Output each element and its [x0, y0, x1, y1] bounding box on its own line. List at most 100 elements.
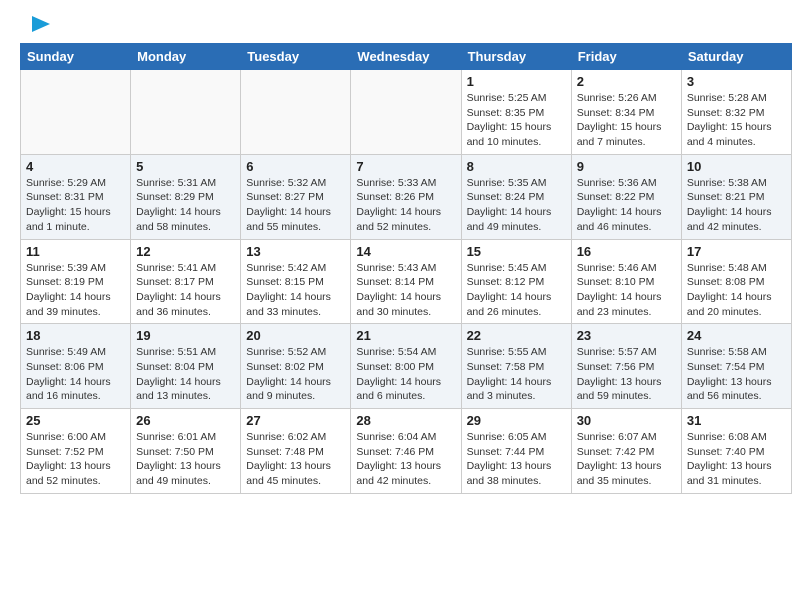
calendar-day-cell — [241, 70, 351, 155]
day-number: 24 — [687, 328, 786, 343]
day-info: Sunrise: 5:57 AM Sunset: 7:56 PM Dayligh… — [577, 345, 676, 404]
day-info: Sunrise: 5:26 AM Sunset: 8:34 PM Dayligh… — [577, 91, 676, 150]
day-info: Sunrise: 5:25 AM Sunset: 8:35 PM Dayligh… — [467, 91, 566, 150]
weekday-header-saturday: Saturday — [681, 44, 791, 70]
day-number: 6 — [246, 159, 345, 174]
calendar-day-cell: 23 Sunrise: 5:57 AM Sunset: 7:56 PM Dayli… — [571, 324, 681, 409]
calendar-table: SundayMondayTuesdayWednesdayThursdayFrid… — [20, 43, 792, 494]
calendar-day-cell: 31Sunrise: 6:08 AM Sunset: 7:40 PM Dayli… — [681, 409, 791, 494]
calendar-day-cell: 14Sunrise: 5:43 AM Sunset: 8:14 PM Dayli… — [351, 239, 461, 324]
day-number: 5 — [136, 159, 235, 174]
day-number: 25 — [26, 413, 125, 428]
calendar-day-cell: 6 Sunrise: 5:32 AM Sunset: 8:27 PM Daylig… — [241, 154, 351, 239]
logo — [20, 10, 50, 38]
day-number: 13 — [246, 244, 345, 259]
day-number: 27 — [246, 413, 345, 428]
day-info: Sunrise: 5:28 AM Sunset: 8:32 PM Dayligh… — [687, 91, 786, 150]
day-number: 28 — [356, 413, 455, 428]
page-header — [0, 0, 792, 43]
calendar-day-cell: 21Sunrise: 5:54 AM Sunset: 8:00 PM Dayli… — [351, 324, 461, 409]
day-number: 20 — [246, 328, 345, 343]
calendar-day-cell: 17 Sunrise: 5:48 AM Sunset: 8:08 PM Dayli… — [681, 239, 791, 324]
weekday-header-monday: Monday — [131, 44, 241, 70]
calendar-day-cell: 27 Sunrise: 6:02 AM Sunset: 7:48 PM Dayli… — [241, 409, 351, 494]
calendar-day-cell: 3 Sunrise: 5:28 AM Sunset: 8:32 PM Daylig… — [681, 70, 791, 155]
calendar-day-cell: 24 Sunrise: 5:58 AM Sunset: 7:54 PM Dayli… — [681, 324, 791, 409]
calendar-day-cell: 30 Sunrise: 6:07 AM Sunset: 7:42 PM Dayli… — [571, 409, 681, 494]
day-number: 11 — [26, 244, 125, 259]
calendar-day-cell: 20 Sunrise: 5:52 AM Sunset: 8:02 PM Dayli… — [241, 324, 351, 409]
day-info: Sunrise: 5:58 AM Sunset: 7:54 PM Dayligh… — [687, 345, 786, 404]
day-info: Sunrise: 5:49 AM Sunset: 8:06 PM Dayligh… — [26, 345, 125, 404]
day-info: Sunrise: 6:02 AM Sunset: 7:48 PM Dayligh… — [246, 430, 345, 489]
day-info: Sunrise: 5:35 AM Sunset: 8:24 PM Dayligh… — [467, 176, 566, 235]
calendar-day-cell: 9 Sunrise: 5:36 AM Sunset: 8:22 PM Daylig… — [571, 154, 681, 239]
day-number: 3 — [687, 74, 786, 89]
weekday-header-friday: Friday — [571, 44, 681, 70]
day-info: Sunrise: 5:36 AM Sunset: 8:22 PM Dayligh… — [577, 176, 676, 235]
calendar-day-cell — [21, 70, 131, 155]
calendar-day-cell — [351, 70, 461, 155]
day-info: Sunrise: 5:32 AM Sunset: 8:27 PM Dayligh… — [246, 176, 345, 235]
weekday-header-thursday: Thursday — [461, 44, 571, 70]
weekday-header-sunday: Sunday — [21, 44, 131, 70]
calendar-day-cell: 1 Sunrise: 5:25 AM Sunset: 8:35 PM Daylig… — [461, 70, 571, 155]
day-info: Sunrise: 5:38 AM Sunset: 8:21 PM Dayligh… — [687, 176, 786, 235]
calendar-day-cell: 22 Sunrise: 5:55 AM Sunset: 7:58 PM Dayli… — [461, 324, 571, 409]
calendar-day-cell: 26 Sunrise: 6:01 AM Sunset: 7:50 PM Dayli… — [131, 409, 241, 494]
calendar-day-cell: 13 Sunrise: 5:42 AM Sunset: 8:15 PM Dayli… — [241, 239, 351, 324]
day-number: 22 — [467, 328, 566, 343]
calendar-week-row: 1 Sunrise: 5:25 AM Sunset: 8:35 PM Daylig… — [21, 70, 792, 155]
calendar-wrapper: SundayMondayTuesdayWednesdayThursdayFrid… — [0, 43, 792, 504]
calendar-header-row: SundayMondayTuesdayWednesdayThursdayFrid… — [21, 44, 792, 70]
day-info: Sunrise: 6:07 AM Sunset: 7:42 PM Dayligh… — [577, 430, 676, 489]
calendar-day-cell: 10Sunrise: 5:38 AM Sunset: 8:21 PM Dayli… — [681, 154, 791, 239]
calendar-week-row: 25 Sunrise: 6:00 AM Sunset: 7:52 PM Dayli… — [21, 409, 792, 494]
calendar-day-cell: 28 Sunrise: 6:04 AM Sunset: 7:46 PM Dayli… — [351, 409, 461, 494]
calendar-day-cell: 8Sunrise: 5:35 AM Sunset: 8:24 PM Daylig… — [461, 154, 571, 239]
day-number: 23 — [577, 328, 676, 343]
day-info: Sunrise: 5:55 AM Sunset: 7:58 PM Dayligh… — [467, 345, 566, 404]
day-number: 9 — [577, 159, 676, 174]
calendar-day-cell — [131, 70, 241, 155]
calendar-day-cell: 4 Sunrise: 5:29 AM Sunset: 8:31 PM Daylig… — [21, 154, 131, 239]
logo-icon — [22, 10, 50, 38]
day-info: Sunrise: 5:42 AM Sunset: 8:15 PM Dayligh… — [246, 261, 345, 320]
calendar-day-cell: 11Sunrise: 5:39 AM Sunset: 8:19 PM Dayli… — [21, 239, 131, 324]
day-number: 4 — [26, 159, 125, 174]
day-number: 29 — [467, 413, 566, 428]
calendar-day-cell: 29 Sunrise: 6:05 AM Sunset: 7:44 PM Dayli… — [461, 409, 571, 494]
day-info: Sunrise: 5:51 AM Sunset: 8:04 PM Dayligh… — [136, 345, 235, 404]
day-number: 7 — [356, 159, 455, 174]
weekday-header-wednesday: Wednesday — [351, 44, 461, 70]
day-info: Sunrise: 5:31 AM Sunset: 8:29 PM Dayligh… — [136, 176, 235, 235]
day-info: Sunrise: 6:01 AM Sunset: 7:50 PM Dayligh… — [136, 430, 235, 489]
calendar-week-row: 18 Sunrise: 5:49 AM Sunset: 8:06 PM Dayli… — [21, 324, 792, 409]
calendar-day-cell: 25 Sunrise: 6:00 AM Sunset: 7:52 PM Dayli… — [21, 409, 131, 494]
day-info: Sunrise: 5:48 AM Sunset: 8:08 PM Dayligh… — [687, 261, 786, 320]
day-number: 12 — [136, 244, 235, 259]
day-number: 16 — [577, 244, 676, 259]
day-info: Sunrise: 5:33 AM Sunset: 8:26 PM Dayligh… — [356, 176, 455, 235]
day-info: Sunrise: 5:41 AM Sunset: 8:17 PM Dayligh… — [136, 261, 235, 320]
day-number: 15 — [467, 244, 566, 259]
day-number: 26 — [136, 413, 235, 428]
day-info: Sunrise: 5:46 AM Sunset: 8:10 PM Dayligh… — [577, 261, 676, 320]
day-info: Sunrise: 6:08 AM Sunset: 7:40 PM Dayligh… — [687, 430, 786, 489]
day-info: Sunrise: 5:54 AM Sunset: 8:00 PM Dayligh… — [356, 345, 455, 404]
day-number: 2 — [577, 74, 676, 89]
day-info: Sunrise: 6:04 AM Sunset: 7:46 PM Dayligh… — [356, 430, 455, 489]
day-number: 17 — [687, 244, 786, 259]
day-number: 1 — [467, 74, 566, 89]
day-number: 18 — [26, 328, 125, 343]
calendar-day-cell: 16 Sunrise: 5:46 AM Sunset: 8:10 PM Dayli… — [571, 239, 681, 324]
calendar-week-row: 11Sunrise: 5:39 AM Sunset: 8:19 PM Dayli… — [21, 239, 792, 324]
calendar-day-cell: 7 Sunrise: 5:33 AM Sunset: 8:26 PM Daylig… — [351, 154, 461, 239]
weekday-header-tuesday: Tuesday — [241, 44, 351, 70]
day-info: Sunrise: 5:52 AM Sunset: 8:02 PM Dayligh… — [246, 345, 345, 404]
day-number: 30 — [577, 413, 676, 428]
day-info: Sunrise: 6:00 AM Sunset: 7:52 PM Dayligh… — [26, 430, 125, 489]
day-info: Sunrise: 6:05 AM Sunset: 7:44 PM Dayligh… — [467, 430, 566, 489]
day-info: Sunrise: 5:45 AM Sunset: 8:12 PM Dayligh… — [467, 261, 566, 320]
day-info: Sunrise: 5:29 AM Sunset: 8:31 PM Dayligh… — [26, 176, 125, 235]
